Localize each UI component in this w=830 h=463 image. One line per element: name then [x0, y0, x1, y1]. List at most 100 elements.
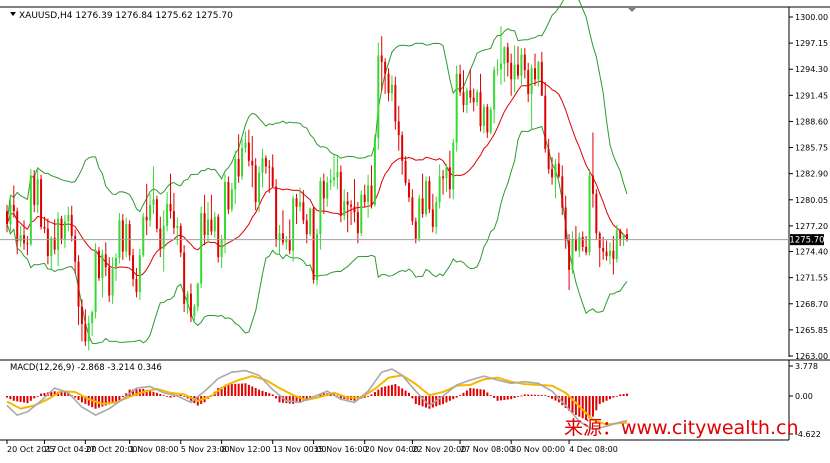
candle [397, 105, 400, 151]
macd-histogram-bar [465, 390, 468, 396]
macd-histogram-bar [397, 386, 400, 396]
candle [230, 182, 233, 213]
candle [172, 192, 175, 235]
macd-histogram-bar [493, 396, 496, 398]
macd-histogram-bar [476, 388, 479, 396]
candle [615, 224, 618, 263]
macd-histogram-bar [418, 396, 421, 406]
macd-histogram-bar [234, 383, 237, 396]
chart-shift-marker-icon[interactable] [628, 8, 636, 12]
candle [183, 245, 186, 313]
macd-histogram-bar [159, 394, 162, 396]
macd-histogram-bar [602, 396, 605, 403]
macd-histogram-bar [503, 396, 506, 400]
candle [176, 217, 179, 246]
candle [367, 174, 370, 218]
price-chart-pane[interactable]: 1300.00 1297.15 1294.30 1291.45 1288.60 1285.… [0, 0, 830, 361]
candle [193, 303, 196, 322]
candle [431, 193, 434, 233]
candle [540, 51, 543, 96]
macd-histogram-bar [241, 383, 244, 396]
candle [605, 240, 608, 261]
macd-histogram-bar [513, 396, 516, 398]
candle [196, 282, 199, 312]
macd-histogram-bar [155, 392, 158, 396]
macd-histogram-bar [404, 390, 407, 396]
candle [271, 154, 274, 188]
macd-histogram-bar [516, 396, 519, 397]
macd-histogram-bar [9, 396, 12, 400]
macd-histogram-bar [445, 396, 448, 403]
candle [40, 174, 43, 230]
candle [111, 257, 114, 304]
candle [264, 155, 267, 174]
macd-histogram-bar [479, 389, 482, 396]
candle [452, 138, 455, 200]
price-tick-label: 1291.45 [795, 91, 828, 100]
candle [486, 104, 489, 138]
macd-histogram-bar [401, 388, 404, 396]
candle [581, 231, 584, 252]
macd-histogram-bar [162, 395, 165, 397]
candle [97, 246, 100, 281]
candle [23, 220, 26, 250]
candle [84, 309, 87, 346]
macd-histogram-bar [367, 396, 370, 397]
macd-histogram-bar [387, 385, 390, 396]
price-tick-label: 1280.05 [795, 196, 828, 205]
macd-histogram-bar [370, 394, 373, 396]
macd-histogram-bar [278, 396, 281, 403]
macd-histogram-bar [23, 396, 26, 403]
macd-histogram-bar [598, 396, 601, 404]
candle [448, 150, 451, 199]
macd-histogram-bar [534, 394, 537, 396]
time-tick-label: 27 Nov 08:00 [460, 445, 514, 454]
candle [557, 152, 560, 179]
candle [128, 220, 131, 261]
macd-histogram-bar [626, 393, 628, 396]
candle [438, 164, 441, 209]
candle [496, 59, 499, 76]
macd-histogram-bar [622, 394, 625, 396]
candle [312, 206, 315, 284]
candle [77, 255, 80, 325]
candle [588, 169, 591, 256]
candle [29, 169, 32, 247]
macd-histogram-bar [459, 395, 462, 397]
candle [493, 66, 496, 124]
macd-histogram-bar [520, 395, 523, 397]
candle [302, 190, 305, 225]
candle [36, 168, 39, 214]
candle [455, 65, 458, 152]
candle [537, 60, 540, 87]
macd-histogram-bar [527, 394, 530, 396]
time-tick-label: 20 Nov 04:00 [365, 445, 419, 454]
macd-histogram-bar [380, 387, 383, 396]
current-price-tag: 1275.70 [789, 234, 825, 246]
macd-histogram-bar [121, 396, 124, 398]
candle [224, 173, 227, 254]
candle [336, 156, 339, 190]
macd-histogram-bar [19, 396, 22, 402]
macd-histogram-bar [288, 396, 291, 404]
candle [445, 163, 448, 192]
candle [568, 234, 571, 291]
candle [125, 217, 128, 258]
candle [373, 134, 376, 207]
candle [213, 212, 216, 238]
macd-histogram-bar [36, 396, 39, 397]
candle [387, 68, 390, 102]
candle [411, 189, 414, 225]
candle [155, 195, 158, 233]
candle [598, 231, 601, 268]
candle [503, 46, 506, 83]
price-tick-label: 1288.60 [795, 117, 828, 126]
macd-histogram-bar [271, 394, 274, 396]
candle [350, 200, 353, 225]
candle [108, 257, 111, 302]
candle [292, 195, 295, 262]
candle [322, 173, 325, 214]
candle [285, 235, 288, 250]
candle [145, 183, 148, 236]
candle [564, 195, 567, 249]
